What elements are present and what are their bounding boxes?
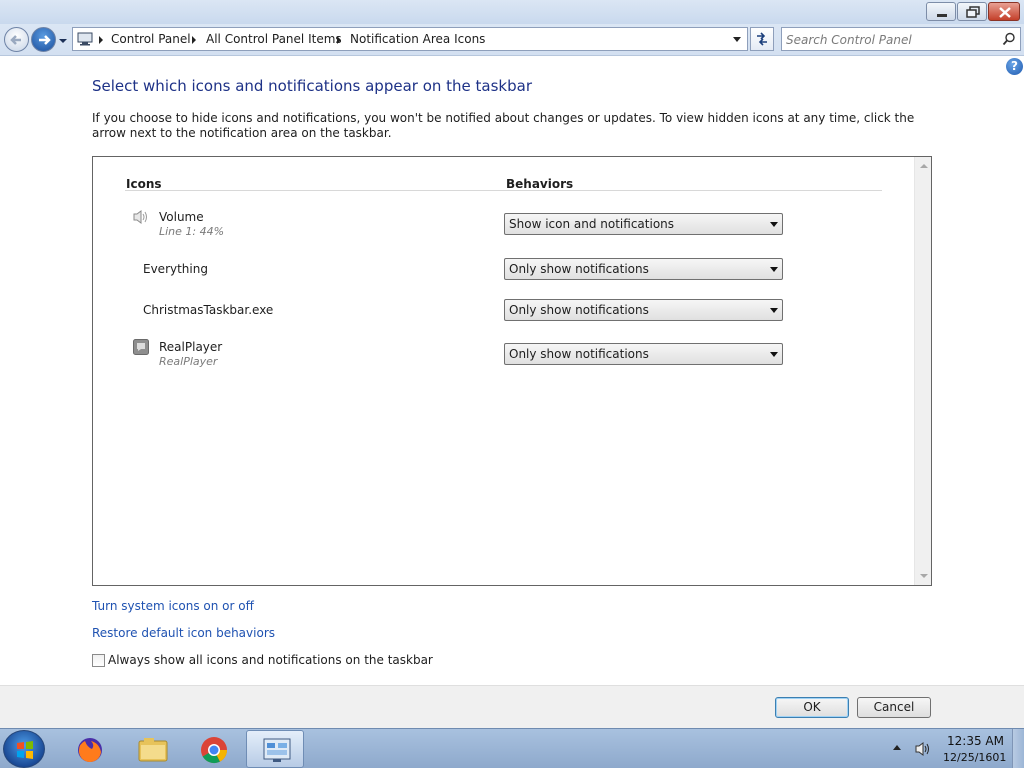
- cancel-button[interactable]: Cancel: [857, 697, 931, 718]
- window-titlebar: [0, 0, 1024, 24]
- behavior-select-value: Only show notifications: [509, 303, 649, 317]
- breadcrumb-notification-area-icons[interactable]: Notification Area Icons: [350, 32, 485, 46]
- file-explorer-icon[interactable]: [122, 730, 180, 768]
- intro-description: If you choose to hide icons and notifica…: [92, 111, 915, 140]
- breadcrumb-separator-icon[interactable]: [192, 36, 196, 44]
- always-show-label[interactable]: Always show all icons and notifications …: [108, 653, 433, 667]
- row-name-everything: Everything: [143, 262, 208, 276]
- chevron-down-icon: [770, 222, 778, 227]
- breadcrumb-control-panel[interactable]: Control Panel: [111, 32, 191, 46]
- restore-default-behaviors-link[interactable]: Restore default icon behaviors: [92, 626, 275, 640]
- row-sub-realplayer: RealPlayer: [159, 355, 218, 368]
- close-icon: [999, 7, 1011, 18]
- chevron-down-icon: [770, 267, 778, 272]
- breadcrumb-separator-icon[interactable]: [99, 36, 103, 44]
- scroll-down-arrow-icon[interactable]: [920, 574, 928, 578]
- close-button[interactable]: [988, 2, 1020, 21]
- column-header-behaviors: Behaviors: [506, 177, 574, 191]
- refresh-button[interactable]: [750, 27, 774, 51]
- search-box[interactable]: [781, 27, 1021, 51]
- notification-icons-list: Icons Behaviors Volume Line 1: 44% Show …: [92, 156, 932, 586]
- recent-pages-chevron-down-icon[interactable]: [58, 36, 68, 46]
- control-panel-icon[interactable]: [246, 730, 304, 768]
- firefox-icon[interactable]: [60, 730, 118, 768]
- row-sub-volume: Line 1: 44%: [159, 225, 225, 238]
- back-button[interactable]: [4, 27, 29, 52]
- forward-arrow-icon: [39, 35, 51, 45]
- refresh-icon: [757, 32, 767, 46]
- tray-volume-icon[interactable]: [914, 741, 932, 757]
- speaker-icon: [133, 210, 147, 224]
- behavior-select-value: Only show notifications: [509, 347, 649, 361]
- always-show-checkbox[interactable]: [92, 654, 105, 667]
- clock-date[interactable]: 12/25/1601: [943, 751, 1006, 764]
- chevron-down-icon: [770, 308, 778, 313]
- restore-button[interactable]: [957, 2, 987, 21]
- restore-icon: [966, 6, 980, 18]
- dialog-footer: OK Cancel: [0, 685, 1024, 728]
- start-orb-icon[interactable]: [3, 730, 45, 768]
- forward-button[interactable]: [31, 27, 56, 52]
- firefox-logo: [78, 738, 102, 763]
- turn-system-icons-link[interactable]: Turn system icons on or off: [92, 599, 254, 613]
- taskbar: [0, 728, 1024, 768]
- chrome-icon[interactable]: [184, 730, 242, 768]
- behavior-select-everything[interactable]: Only show notifications: [504, 258, 783, 280]
- windows-logo-icon: [17, 741, 33, 759]
- folder-icon: [138, 738, 168, 762]
- minimize-button[interactable]: [926, 2, 956, 21]
- behavior-select-value: Show icon and notifications: [509, 217, 675, 231]
- header-divider: [125, 190, 882, 191]
- realplayer-icon: [133, 339, 149, 355]
- search-input[interactable]: [786, 31, 996, 48]
- search-icon[interactable]: [1002, 32, 1016, 46]
- navigation-bar: Control Panel All Control Panel Items No…: [0, 24, 1024, 56]
- row-name-realplayer: RealPlayer: [159, 340, 223, 354]
- behavior-select-realplayer[interactable]: Only show notifications: [504, 343, 783, 365]
- ok-button[interactable]: OK: [775, 697, 849, 718]
- help-icon[interactable]: ?: [1006, 58, 1023, 75]
- chrome-logo: [201, 737, 228, 764]
- list-scrollbar[interactable]: [914, 157, 931, 585]
- control-panel-window-icon: [263, 738, 291, 762]
- address-bar[interactable]: Control Panel All Control Panel Items No…: [72, 27, 748, 51]
- breadcrumb-separator-icon[interactable]: [337, 36, 341, 44]
- breadcrumb-all-control-panel-items[interactable]: All Control Panel Items: [206, 32, 342, 46]
- back-arrow-icon: [10, 35, 21, 45]
- control-panel-small-icon: [77, 32, 93, 46]
- chevron-down-icon: [770, 352, 778, 357]
- column-header-icons: Icons: [126, 177, 162, 191]
- behavior-select-christmastaskbar[interactable]: Only show notifications: [504, 299, 783, 321]
- row-name-christmastaskbar: ChristmasTaskbar.exe: [143, 303, 274, 317]
- minimize-icon: [937, 14, 947, 17]
- scroll-up-arrow-icon[interactable]: [920, 164, 928, 168]
- show-desktop-button[interactable]: [1012, 729, 1024, 768]
- address-dropdown-chevron-down-icon[interactable]: [733, 37, 741, 42]
- behavior-select-value: Only show notifications: [509, 262, 649, 276]
- page-title: Select which icons and notifications app…: [92, 77, 532, 95]
- show-hidden-icons-arrow-icon[interactable]: [893, 745, 901, 750]
- row-name-volume: Volume: [159, 210, 204, 224]
- clock-time[interactable]: 12:35 AM: [947, 734, 1004, 748]
- behavior-select-volume[interactable]: Show icon and notifications: [504, 213, 783, 235]
